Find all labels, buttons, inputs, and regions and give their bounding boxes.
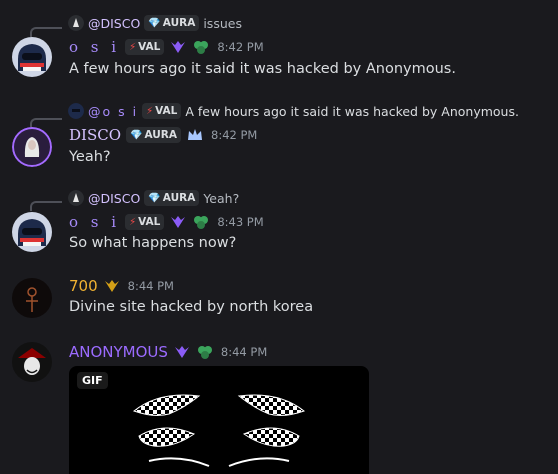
mask-gif-image bbox=[132, 394, 306, 467]
racing-helmet-icon bbox=[12, 212, 52, 252]
racing-helmet-icon bbox=[12, 37, 52, 77]
gif-label: GIF bbox=[77, 372, 108, 389]
gem-icon: 💎 bbox=[130, 129, 143, 141]
reply-avatar-icon bbox=[68, 190, 84, 206]
author-name[interactable]: 700 bbox=[69, 277, 98, 295]
aura-tag: 💎 AURA bbox=[144, 15, 200, 31]
timestamp: 8:42 PM bbox=[217, 40, 264, 54]
author-name[interactable]: o s i bbox=[69, 38, 120, 56]
val-tag: ⚡ VAL bbox=[142, 103, 182, 119]
avatar[interactable] bbox=[12, 212, 52, 252]
gem-icon: 💎 bbox=[148, 17, 161, 29]
reply-text[interactable]: issues bbox=[203, 16, 242, 31]
reply-author[interactable]: @DISCO bbox=[88, 16, 140, 31]
purple-wings-icon bbox=[171, 41, 186, 53]
avatar-image-icon bbox=[12, 342, 52, 382]
reply-preview[interactable]: @o s i ⚡ VAL A few hours ago it said it w… bbox=[68, 102, 519, 120]
gif-attachment[interactable]: GIF bbox=[69, 366, 369, 474]
green-leaf-icon bbox=[197, 346, 212, 359]
timestamp: 8:42 PM bbox=[211, 128, 258, 142]
timestamp: 8:44 PM bbox=[220, 345, 268, 359]
message-header: ANONYMOUS 8:44 PM bbox=[69, 342, 267, 362]
reply-text[interactable]: A few hours ago it said it was hacked by… bbox=[185, 104, 519, 119]
purple-wings-icon bbox=[171, 216, 186, 228]
message-header: o s i ⚡ VAL 8:42 PM bbox=[69, 37, 264, 57]
green-leaf-icon bbox=[194, 216, 209, 229]
gem-icon: 💎 bbox=[148, 192, 161, 204]
avatar[interactable] bbox=[12, 278, 52, 318]
val-tag: ⚡ VAL bbox=[125, 214, 165, 230]
reply-connector bbox=[30, 27, 62, 37]
message-text: Yeah? bbox=[69, 149, 111, 165]
reply-preview[interactable]: @DISCO 💎 AURA issues bbox=[68, 14, 242, 32]
author-name[interactable]: ANONYMOUS bbox=[69, 343, 168, 361]
avatar[interactable] bbox=[12, 127, 52, 167]
val-tag: ⚡ VAL bbox=[125, 39, 165, 55]
aura-tag: 💎 AURA bbox=[126, 127, 182, 143]
gold-wings-icon bbox=[104, 280, 119, 292]
reply-connector bbox=[30, 201, 62, 211]
avatar[interactable] bbox=[12, 342, 52, 382]
message-text: A few hours ago it said it was hacked by… bbox=[69, 61, 456, 77]
avatar[interactable] bbox=[12, 37, 52, 77]
message-text: So what happens now? bbox=[69, 235, 237, 251]
avatar-image-icon bbox=[12, 278, 52, 318]
avatar-image-icon bbox=[12, 127, 52, 167]
aura-tag: 💎 AURA bbox=[144, 190, 200, 206]
reply-avatar-icon bbox=[68, 15, 84, 31]
reply-author[interactable]: @o s i bbox=[88, 104, 138, 119]
message-header: DISCO 💎 AURA 8:42 PM bbox=[69, 125, 257, 145]
purple-wings-icon bbox=[174, 346, 189, 358]
reply-preview[interactable]: @DISCO 💎 AURA Yeah? bbox=[68, 189, 239, 207]
green-leaf-icon bbox=[194, 41, 209, 54]
message-header: 700 8:44 PM bbox=[69, 276, 174, 296]
author-name[interactable]: DISCO bbox=[69, 126, 121, 144]
reply-avatar-icon bbox=[68, 103, 84, 119]
message-text: Divine site hacked by north korea bbox=[69, 299, 314, 315]
crown-icon bbox=[188, 129, 203, 140]
timestamp: 8:43 PM bbox=[217, 215, 264, 229]
author-name[interactable]: o s i bbox=[69, 213, 120, 231]
reply-text[interactable]: Yeah? bbox=[203, 191, 239, 206]
lightning-icon: ⚡ bbox=[129, 41, 137, 53]
message-header: o s i ⚡ VAL 8:43 PM bbox=[69, 212, 264, 232]
reply-author[interactable]: @DISCO bbox=[88, 191, 140, 206]
timestamp: 8:44 PM bbox=[127, 279, 174, 293]
lightning-icon: ⚡ bbox=[146, 105, 154, 117]
lightning-icon: ⚡ bbox=[129, 216, 137, 228]
